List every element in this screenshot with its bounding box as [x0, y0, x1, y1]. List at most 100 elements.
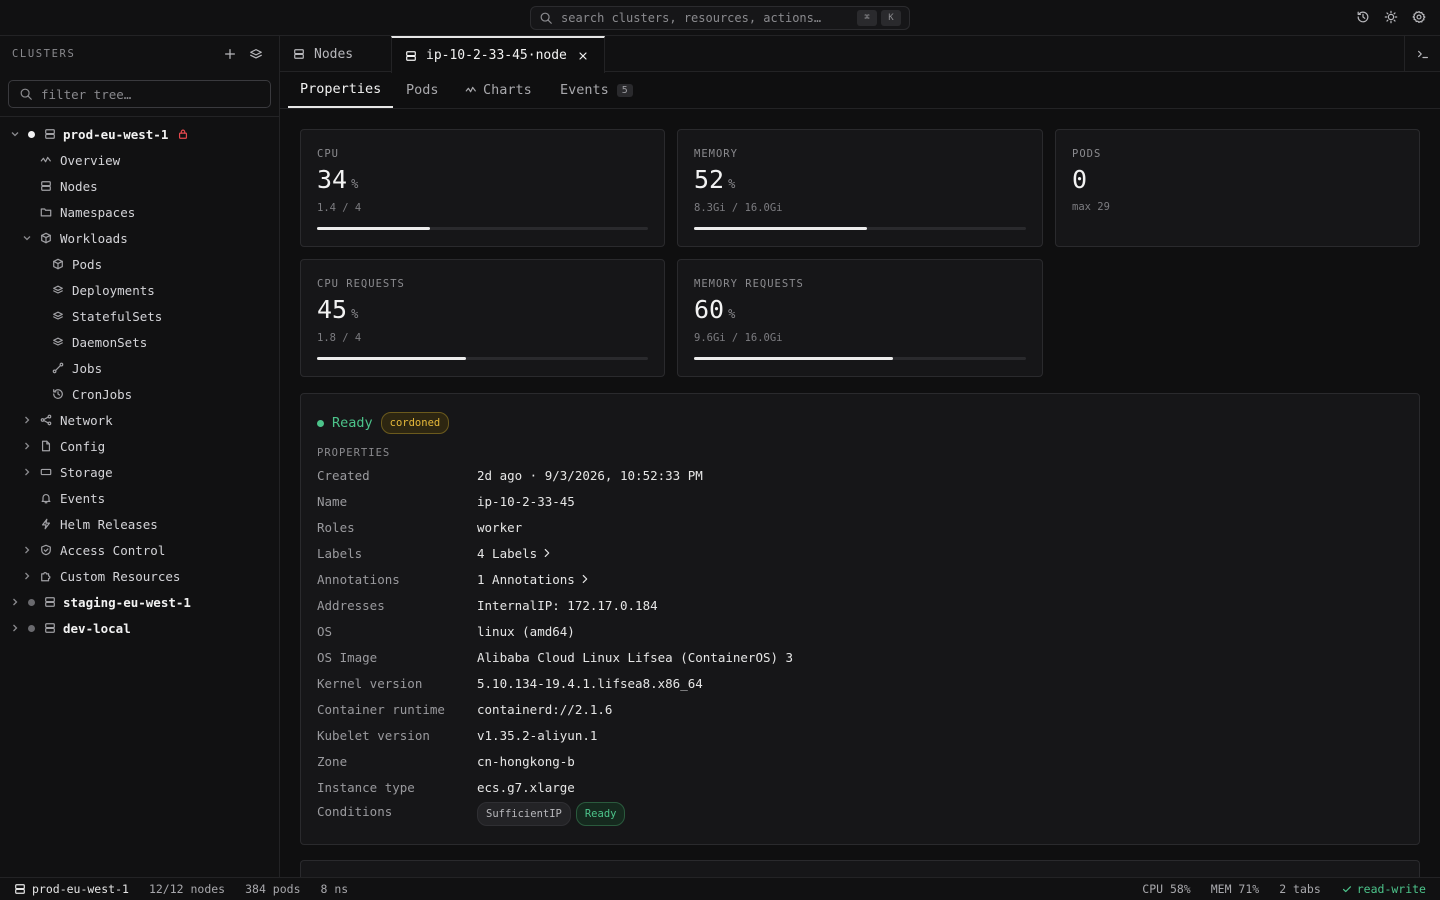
subtab-properties[interactable]: Properties: [288, 72, 394, 108]
folder-icon: [40, 208, 52, 217]
subtab-events[interactable]: Events 5: [560, 72, 633, 108]
tree-item-jobs[interactable]: Jobs: [0, 355, 279, 381]
tree-item-deployments[interactable]: Deployments: [0, 277, 279, 303]
server-icon: [45, 623, 55, 633]
close-icon[interactable]: [577, 50, 589, 62]
box-icon: [41, 232, 51, 244]
sun-icon[interactable]: [1384, 10, 1398, 24]
tree-item-cluster-staging-eu-west-1[interactable]: staging-eu-west-1: [0, 589, 279, 615]
terminal-button[interactable]: [1404, 36, 1440, 72]
tree-item-helm-releases[interactable]: Helm Releases: [0, 511, 279, 537]
disconnected-dot: [28, 624, 35, 632]
tree-item-custom-resources[interactable]: Custom Resources: [0, 563, 279, 589]
network-icon: [40, 414, 52, 426]
metric-value: 34%: [317, 165, 359, 194]
subtab-label: Charts: [483, 82, 532, 98]
tree-item-label: Storage: [60, 464, 113, 480]
metric-progress: [694, 357, 1026, 360]
metric-label: CPU: [317, 148, 339, 160]
tree-item-label: StatefulSets: [72, 308, 163, 324]
tree-item-label: Helm Releases: [60, 516, 158, 532]
tree-item-config[interactable]: Config: [0, 433, 279, 459]
events-count-badge: 5: [616, 83, 633, 97]
chevron-right-icon[interactable]: [22, 415, 32, 425]
subtab-charts[interactable]: Charts: [465, 72, 532, 108]
sidebar: CLUSTERS filter tree… prod-eu-west-1 Ove…: [0, 36, 280, 877]
search-icon: [20, 88, 32, 100]
tree-item-label: DaemonSets: [72, 334, 148, 350]
tree-item-label: Custom Resources: [60, 568, 181, 584]
tree-item-workloads[interactable]: Workloads: [0, 225, 279, 251]
sidebar-title: CLUSTERS: [12, 48, 76, 60]
filter-tree-input[interactable]: filter tree…: [8, 80, 271, 108]
metric-progress-fill: [317, 227, 430, 230]
shield-check-icon: [41, 544, 51, 556]
prop-row-zone: Zone cn-hongkong-b: [317, 753, 575, 769]
terminal-icon: [1417, 50, 1428, 59]
tab-nodes[interactable]: Nodes: [280, 36, 392, 72]
status-cpu: CPU 58%: [1142, 882, 1191, 896]
command-search[interactable]: search clusters, resources, actions… ⌘ K: [530, 6, 910, 30]
tree-item-label: Jobs: [72, 360, 103, 376]
tree-item-access-control[interactable]: Access Control: [0, 537, 279, 563]
prop-row-created: Created 2d ago · 9/3/2026, 10:52:33 PM: [317, 467, 703, 483]
labels-expander[interactable]: 4 Labels: [477, 546, 553, 561]
subtab-pods[interactable]: Pods: [406, 72, 439, 108]
metric-value: 45%: [317, 295, 359, 324]
tree-item-label: Nodes: [60, 178, 98, 194]
metric-value: 60%: [694, 295, 736, 324]
tree-item-label: Pods: [72, 256, 103, 272]
tree-item-namespaces[interactable]: Namespaces: [0, 199, 279, 225]
layers-icon: [53, 311, 63, 320]
status-mode[interactable]: read-write: [1341, 882, 1426, 896]
chevron-right-icon[interactable]: [10, 597, 20, 607]
workflow-icon: [52, 362, 64, 374]
status-tabs: 2 tabs: [1279, 882, 1321, 896]
tree-item-daemonsets[interactable]: DaemonSets: [0, 329, 279, 355]
tree-item-cluster-dev-local[interactable]: dev-local: [0, 615, 279, 641]
tree-item-network[interactable]: Network: [0, 407, 279, 433]
tree-item-statefulsets[interactable]: StatefulSets: [0, 303, 279, 329]
box-icon: [53, 258, 63, 270]
tree-item-pods[interactable]: Pods: [0, 251, 279, 277]
status-cluster[interactable]: prod-eu-west-1: [14, 882, 129, 896]
subtab-label: Events: [560, 82, 609, 98]
node-status: Ready: [332, 415, 373, 431]
tree-item-overview[interactable]: Overview: [0, 147, 279, 173]
chevron-down-icon[interactable]: [22, 233, 32, 243]
metric-progress: [317, 227, 648, 230]
chevron-right-icon[interactable]: [22, 441, 32, 451]
layers-icon[interactable]: [249, 47, 263, 61]
tree-item-cronjobs[interactable]: CronJobs: [0, 381, 279, 407]
tree-item-nodes[interactable]: Nodes: [0, 173, 279, 199]
chevron-right-icon[interactable]: [10, 623, 20, 633]
activity-icon: [40, 156, 51, 163]
tree-item-events[interactable]: Events: [0, 485, 279, 511]
metric-card-memory: MEMORY 52% 8.3Gi / 16.0Gi: [677, 129, 1043, 247]
tree-item-label: Access Control: [60, 542, 166, 558]
chevron-down-icon[interactable]: [10, 129, 20, 139]
history-icon[interactable]: [1356, 10, 1370, 24]
chevron-right-icon[interactable]: [22, 467, 32, 477]
metric-progress-fill: [694, 227, 867, 230]
gear-icon[interactable]: [1412, 10, 1426, 24]
prop-row-kubelet-version: Kubelet version v1.35.2-aliyun.1: [317, 727, 598, 743]
tree-item-label: prod-eu-west-1: [63, 126, 169, 142]
tree-item-storage[interactable]: Storage: [0, 459, 279, 485]
annotations-expander[interactable]: 1 Annotations: [477, 572, 591, 587]
metric-value: 52%: [694, 165, 736, 194]
metric-label: MEMORY: [694, 148, 738, 160]
file-icon: [41, 440, 51, 452]
tree-item-label: Events: [60, 490, 106, 506]
tab-node-detail[interactable]: ip-10-2-33-45·node: [391, 36, 605, 73]
status-pods: 384 pods: [245, 882, 301, 896]
chevron-right-icon[interactable]: [22, 545, 32, 555]
tree-item-label: Namespaces: [60, 204, 136, 220]
metric-progress-fill: [317, 357, 466, 360]
chevron-right-icon[interactable]: [22, 571, 32, 581]
tree-item-cluster-prod-eu-west-1[interactable]: prod-eu-west-1: [0, 121, 279, 147]
tab-bar: Nodes ip-10-2-33-45·node: [280, 36, 1440, 73]
metric-sub: max 29: [1072, 201, 1110, 213]
tree-item-label: Workloads: [60, 230, 128, 246]
plus-icon[interactable]: [223, 47, 237, 61]
